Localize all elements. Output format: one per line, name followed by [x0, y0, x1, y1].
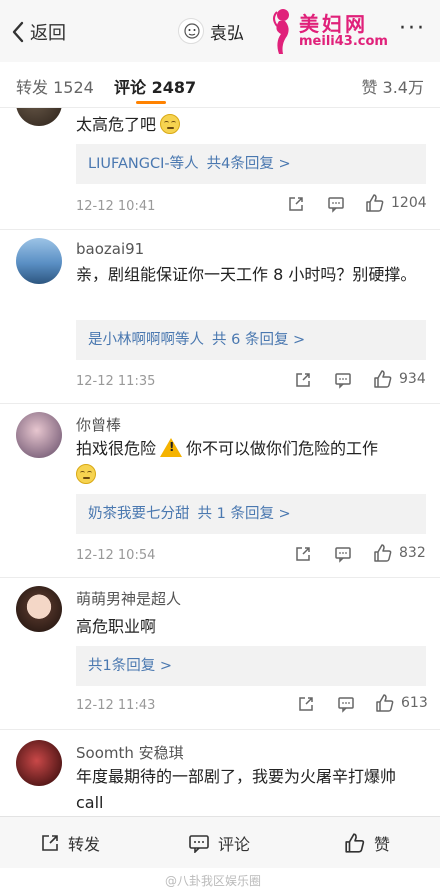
share-icon: [296, 547, 310, 561]
avatar[interactable]: [16, 586, 62, 632]
comment-username[interactable]: Soomth 安稳琪: [76, 742, 184, 763]
reply-users[interactable]: 奶茶我要七分甜: [88, 506, 190, 522]
comment-list[interactable]: 太高危了吧 LIUFANGCI-等人 共4条回复 > 12-12 10:41 12…: [0, 108, 440, 816]
like-action[interactable]: 832: [373, 543, 426, 563]
comment-text: 年度最期待的一部剧了，我要为火屠辛打爆帅 call: [76, 767, 397, 812]
thumbs-up-icon: [366, 194, 384, 212]
woman-silhouette-icon: [273, 9, 289, 54]
sad-emoji-icon: [160, 114, 181, 134]
like-action[interactable]: 934: [373, 369, 426, 389]
share-action[interactable]: [294, 371, 312, 389]
more-options-button[interactable]: ···: [399, 18, 426, 40]
comment-text: 拍戏很危险! 你不可以做你们危险的工作: [76, 436, 422, 488]
comment-time: 12-12 11:43: [76, 698, 156, 713]
comment-label: 评论: [218, 835, 251, 854]
page-title[interactable]: 袁弘: [178, 16, 244, 46]
comment-action[interactable]: [327, 195, 345, 213]
warning-icon: !: [160, 438, 183, 457]
share-action[interactable]: [294, 545, 312, 563]
share-icon: [289, 197, 303, 211]
comment-text: 高危职业啊: [76, 617, 157, 636]
thumbs-up-icon: [376, 694, 394, 712]
comment-text-content: 太高危了吧: [76, 115, 157, 134]
bottom-action-bar: 转发 评论 赞: [0, 816, 440, 868]
share-icon: [296, 373, 310, 387]
comment-action[interactable]: [334, 371, 352, 389]
reply-count-link[interactable]: 共 1 条回复 >: [198, 506, 291, 522]
comment-icon: [189, 835, 209, 853]
comment-action[interactable]: [337, 695, 355, 713]
comment-icon: [328, 197, 344, 213]
comment-username[interactable]: 萌萌男神是超人: [76, 588, 181, 609]
thumbs-up-icon: [374, 370, 392, 388]
tab-bar: 转发 1524 评论 2487 赞 3.4万: [0, 62, 440, 108]
watermark-logo: 美妇网 meili43.com: [265, 6, 390, 56]
comment-item: 太高危了吧 LIUFANGCI-等人 共4条回复 > 12-12 10:41 12…: [0, 108, 440, 230]
author-name: 袁弘: [210, 23, 244, 44]
thumbs-up-icon: [345, 833, 365, 853]
tab-comment[interactable]: 评论 2487: [114, 74, 196, 98]
like-count: 934: [399, 371, 426, 387]
repost-button[interactable]: 转发: [40, 831, 100, 855]
back-button[interactable]: 返回: [10, 18, 66, 46]
comment-button[interactable]: 评论: [188, 831, 250, 855]
replies-preview[interactable]: 是小林啊啊啊等人共 6 条回复 >: [76, 320, 426, 360]
top-nav-bar: 返回 袁弘 美妇网 meili43.com ···: [0, 0, 440, 62]
avatar[interactable]: [16, 412, 62, 458]
sad-emoji-icon: [76, 464, 96, 484]
comment-time: 12-12 10:41: [76, 199, 156, 214]
like-button[interactable]: 赞: [344, 831, 390, 855]
comment-text: 亲，剧组能保证你一天工作 8 小时吗？别硬撑。: [76, 265, 417, 284]
avatar[interactable]: [16, 740, 62, 786]
like-count: 613: [401, 695, 428, 711]
tab-active-indicator: [136, 101, 166, 104]
chevron-left-icon: [12, 21, 24, 43]
reply-count-link[interactable]: 共4条回复 >: [207, 156, 291, 172]
comment-text-part: 拍戏很危险: [76, 439, 157, 458]
reply-users[interactable]: 是小林啊啊啊等人: [88, 332, 204, 348]
comment-item: 你曾棒 拍戏很危险! 你不可以做你们危险的工作 奶茶我要七分甜共 1 条回复 > …: [0, 404, 440, 578]
comment-text: 太高危了吧: [76, 112, 422, 138]
comment-item: baozai91 亲，剧组能保证你一天工作 8 小时吗？别硬撑。 是小林啊啊啊等…: [0, 230, 440, 404]
repost-label: 转发: [68, 835, 101, 854]
comment-time: 12-12 11:35: [76, 374, 156, 389]
like-count: 1204: [391, 195, 427, 211]
reply-count-link[interactable]: 共 6 条回复 >: [212, 332, 305, 348]
watermark-brand: 美妇网: [299, 12, 368, 36]
like-count: 832: [399, 545, 426, 561]
reply-count-link[interactable]: 共1条回复 >: [88, 658, 172, 674]
comment-time: 12-12 10:54: [76, 548, 156, 563]
reply-users[interactable]: LIUFANGCI-等人: [88, 156, 199, 172]
share-action[interactable]: [297, 695, 315, 713]
like-action[interactable]: 613: [375, 693, 428, 713]
like-label: 赞: [374, 835, 391, 854]
comment-icon: [335, 373, 351, 389]
avatar[interactable]: [16, 238, 62, 284]
comment-icon: [338, 697, 354, 713]
author-avatar: [178, 18, 204, 44]
tab-like[interactable]: 赞 3.4万: [361, 74, 424, 98]
comment-item: 萌萌男神是超人 高危职业啊 共1条回复 > 12-12 11:43 613: [0, 578, 440, 730]
comment-action[interactable]: [334, 545, 352, 563]
footer-watermark: @八卦我区娱乐圈: [165, 874, 262, 888]
watermark-url: meili43.com: [299, 34, 388, 49]
replies-preview[interactable]: 共1条回复 >: [76, 646, 426, 686]
comment-text-part: 你不可以做你们危险的工作: [186, 439, 379, 458]
comment-username[interactable]: baozai91: [76, 240, 144, 258]
comment-username[interactable]: 你曾棒: [76, 414, 121, 435]
back-label: 返回: [30, 23, 66, 44]
share-icon: [42, 835, 58, 851]
replies-preview[interactable]: LIUFANGCI-等人 共4条回复 >: [76, 144, 426, 184]
thumbs-up-icon: [374, 544, 392, 562]
like-action[interactable]: 1204: [365, 193, 427, 213]
comment-icon: [335, 547, 351, 563]
comment-item: Soomth 安稳琪 年度最期待的一部剧了，我要为火屠辛打爆帅 call: [0, 730, 440, 816]
avatar[interactable]: [16, 108, 62, 126]
tab-repost[interactable]: 转发 1524: [16, 74, 94, 98]
replies-preview[interactable]: 奶茶我要七分甜共 1 条回复 >: [76, 494, 426, 534]
share-icon: [299, 697, 313, 711]
share-action[interactable]: [287, 195, 305, 213]
